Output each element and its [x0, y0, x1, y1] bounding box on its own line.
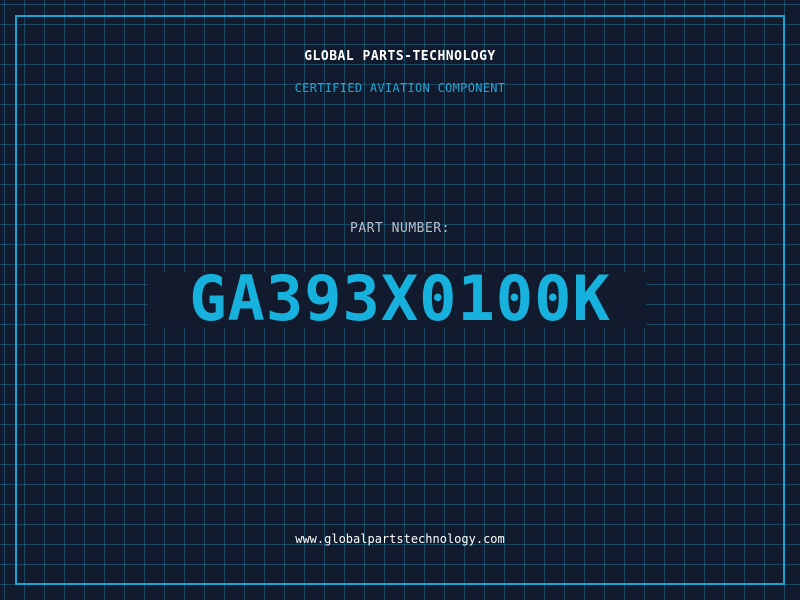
part-number-label: PART NUMBER: [350, 221, 450, 236]
part-number-value: GA393X0100K [189, 262, 611, 335]
certification-tagline: CERTIFIED AVIATION COMPONENT [294, 81, 506, 95]
website-url: www.globalpartstechnology.com [295, 532, 505, 546]
company-name: GLOBAL PARTS-TECHNOLOGY [304, 49, 496, 64]
part-label-card: GLOBAL PARTS-TECHNOLOGY CERTIFIED AVIATI… [0, 0, 800, 600]
